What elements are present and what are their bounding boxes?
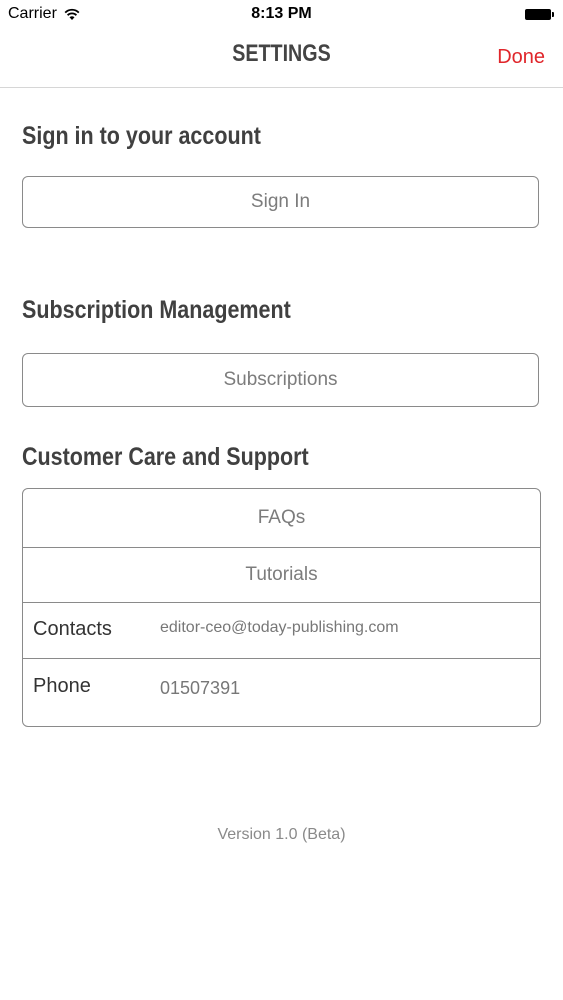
done-button[interactable]: Done	[497, 46, 545, 69]
settings-screen: Carrier 8:13 PM SETTINGS Done Sign in to…	[0, 0, 563, 1000]
support-group: FAQs Tutorials Contacts editor-ceo@today…	[22, 488, 541, 727]
version-label: Version 1.0 (Beta)	[217, 826, 346, 843]
sign-in-heading: Sign in to your account	[22, 122, 261, 150]
sign-in-button[interactable]: Sign In	[22, 176, 539, 228]
subscription-heading: Subscription Management	[22, 296, 291, 324]
status-bar: Carrier 8:13 PM	[0, 0, 563, 30]
contacts-email[interactable]: editor-ceo@today-publishing.com	[160, 619, 399, 637]
battery-icon	[525, 8, 555, 20]
contacts-label: Contacts	[33, 618, 112, 640]
phone-number[interactable]: 01507391	[160, 678, 240, 699]
tutorials-button[interactable]: Tutorials	[23, 548, 540, 603]
phone-label: Phone	[33, 675, 91, 697]
status-time: 8:13 PM	[251, 5, 312, 22]
subscriptions-button[interactable]: Subscriptions	[22, 353, 539, 407]
contacts-row[interactable]: Contacts editor-ceo@today-publishing.com	[23, 603, 540, 659]
navigation-bar: SETTINGS Done	[0, 30, 563, 88]
page-title: SETTINGS	[232, 40, 331, 67]
faqs-button[interactable]: FAQs	[23, 489, 540, 548]
support-heading: Customer Care and Support	[22, 443, 309, 471]
phone-row[interactable]: Phone 01507391	[23, 659, 540, 726]
